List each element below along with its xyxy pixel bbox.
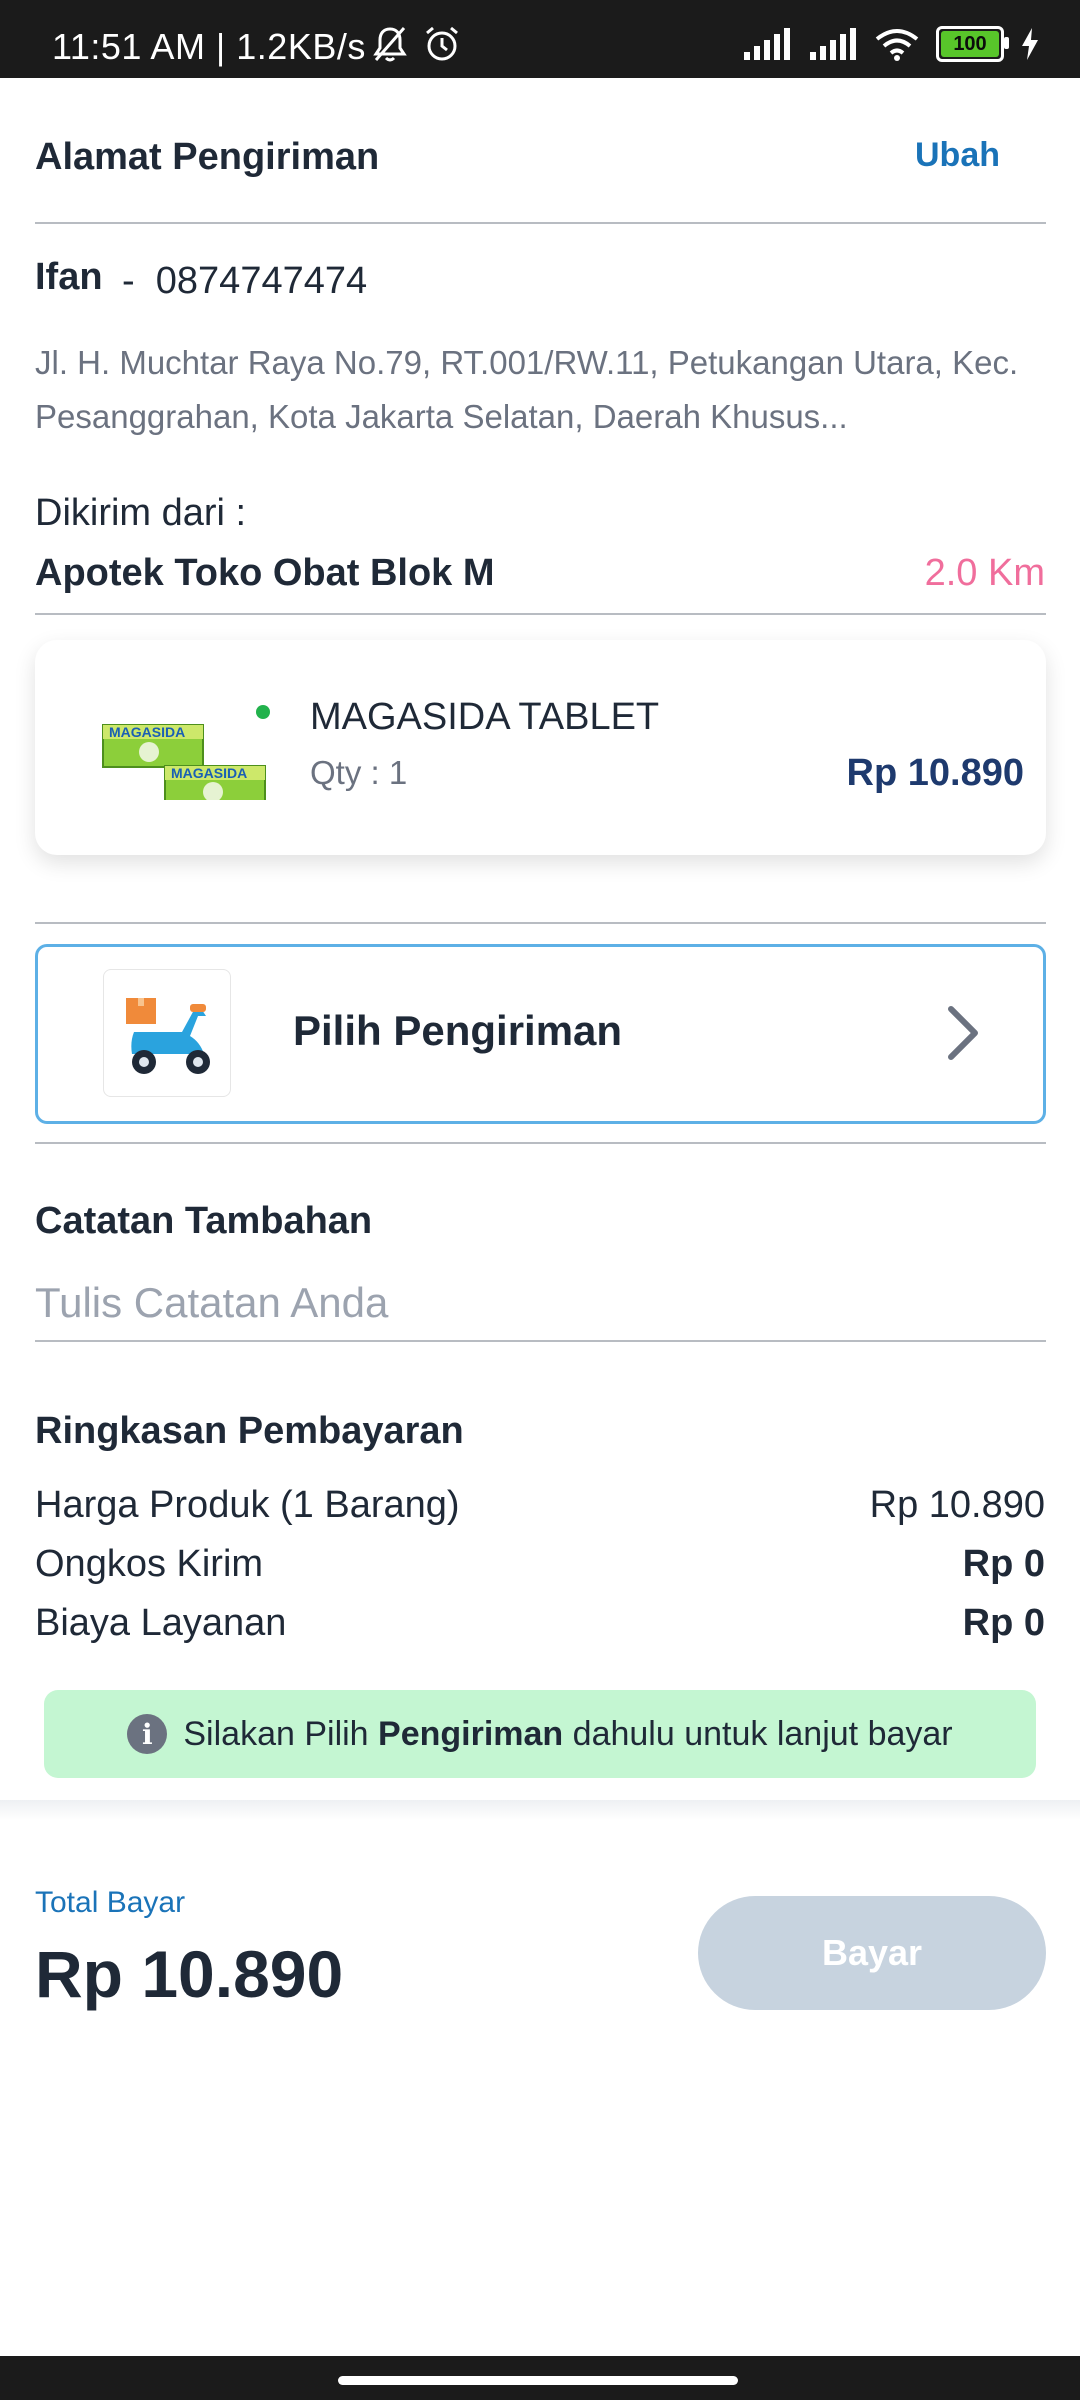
summary-label-shipping-cost: Ongkos Kirim	[35, 1543, 264, 1585]
product-name: MAGASIDA TABLET	[310, 696, 660, 738]
signal-icon-2	[810, 28, 856, 60]
alarm-icon	[426, 26, 458, 61]
wifi-icon	[875, 29, 919, 61]
summary-value-shipping-cost: Rp 0	[962, 1543, 1045, 1585]
status-time-speed: 11:51 AM | 1.2KB/s	[52, 26, 366, 67]
info-icon: i	[127, 1714, 168, 1754]
select-shipping-info-banner: i Silakan Pilih Pengiriman dahulu untuk …	[44, 1690, 1036, 1778]
name-phone-separator: -	[122, 260, 135, 302]
notes-input[interactable]	[35, 1268, 1046, 1338]
product-image-text-1: MAGASIDA	[109, 724, 185, 740]
info-text-bold: Pengiriman	[378, 1714, 564, 1753]
origin-label: Dikirim dari :	[35, 492, 247, 534]
divider	[35, 222, 1046, 224]
change-address-button[interactable]: Ubah	[915, 136, 1000, 175]
scooter-icon	[103, 969, 231, 1097]
recipient-address: Jl. H. Muchtar Raya No.79, RT.001/RW.11,…	[35, 344, 1019, 435]
origin-distance: 2.0 Km	[924, 552, 1045, 594]
product-card[interactable]: MAGASIDA MAGASIDA MAGASIDA TABLET Qty : …	[35, 640, 1046, 855]
chevron-right-icon	[948, 1006, 978, 1060]
total-pay-label: Total Bayar	[35, 1886, 186, 1919]
home-indicator[interactable]	[338, 2376, 738, 2385]
divider	[35, 613, 1046, 615]
charging-icon	[1022, 28, 1038, 60]
summary-label-service-fee: Biaya Layanan	[35, 1602, 287, 1644]
signal-icon	[744, 28, 790, 60]
pay-button[interactable]: Bayar	[698, 1896, 1046, 2010]
summary-value-service-fee: Rp 0	[962, 1602, 1045, 1644]
origin-pharmacy: Apotek Toko Obat Blok M	[35, 552, 495, 594]
footer-separator	[0, 1800, 1080, 1820]
status-bar: 11:51 AM | 1.2KB/s 100	[0, 0, 1080, 78]
battery-icon: 100	[936, 26, 1009, 62]
divider	[35, 1340, 1046, 1342]
address-section-title: Alamat Pengiriman	[35, 136, 380, 178]
product-image: MAGASIDA MAGASIDA	[102, 705, 270, 800]
info-text-prefix: Silakan Pilih	[183, 1714, 369, 1753]
summary-label-product-price: Harga Produk (1 Barang)	[35, 1484, 460, 1526]
battery-level: 100	[953, 32, 987, 55]
info-text-suffix: dahulu untuk lanjut bayar	[572, 1714, 953, 1753]
notes-title: Catatan Tambahan	[35, 1200, 373, 1242]
product-image-text-2: MAGASIDA	[171, 765, 247, 781]
recipient-phone: 0874747474	[155, 260, 368, 302]
summary-value-product-price: Rp 10.890	[869, 1484, 1045, 1526]
product-qty: Qty : 1	[310, 754, 408, 791]
divider	[35, 922, 1046, 924]
total-pay-value: Rp 10.890	[35, 1937, 344, 2011]
product-price: Rp 10.890	[846, 752, 1024, 794]
choose-shipping-button[interactable]: Pilih Pengiriman	[35, 944, 1046, 1124]
recipient-phone-line: - 0874747474	[122, 260, 367, 303]
payment-summary-title: Ringkasan Pembayaran	[35, 1410, 464, 1452]
choose-shipping-label: Pilih Pengiriman	[293, 1007, 623, 1054]
recipient-name: Ifan	[35, 256, 103, 298]
bell-off-icon	[373, 27, 407, 62]
info-text: Silakan Pilih Pengiriman dahulu untuk la…	[183, 1715, 952, 1754]
divider	[35, 1142, 1046, 1144]
